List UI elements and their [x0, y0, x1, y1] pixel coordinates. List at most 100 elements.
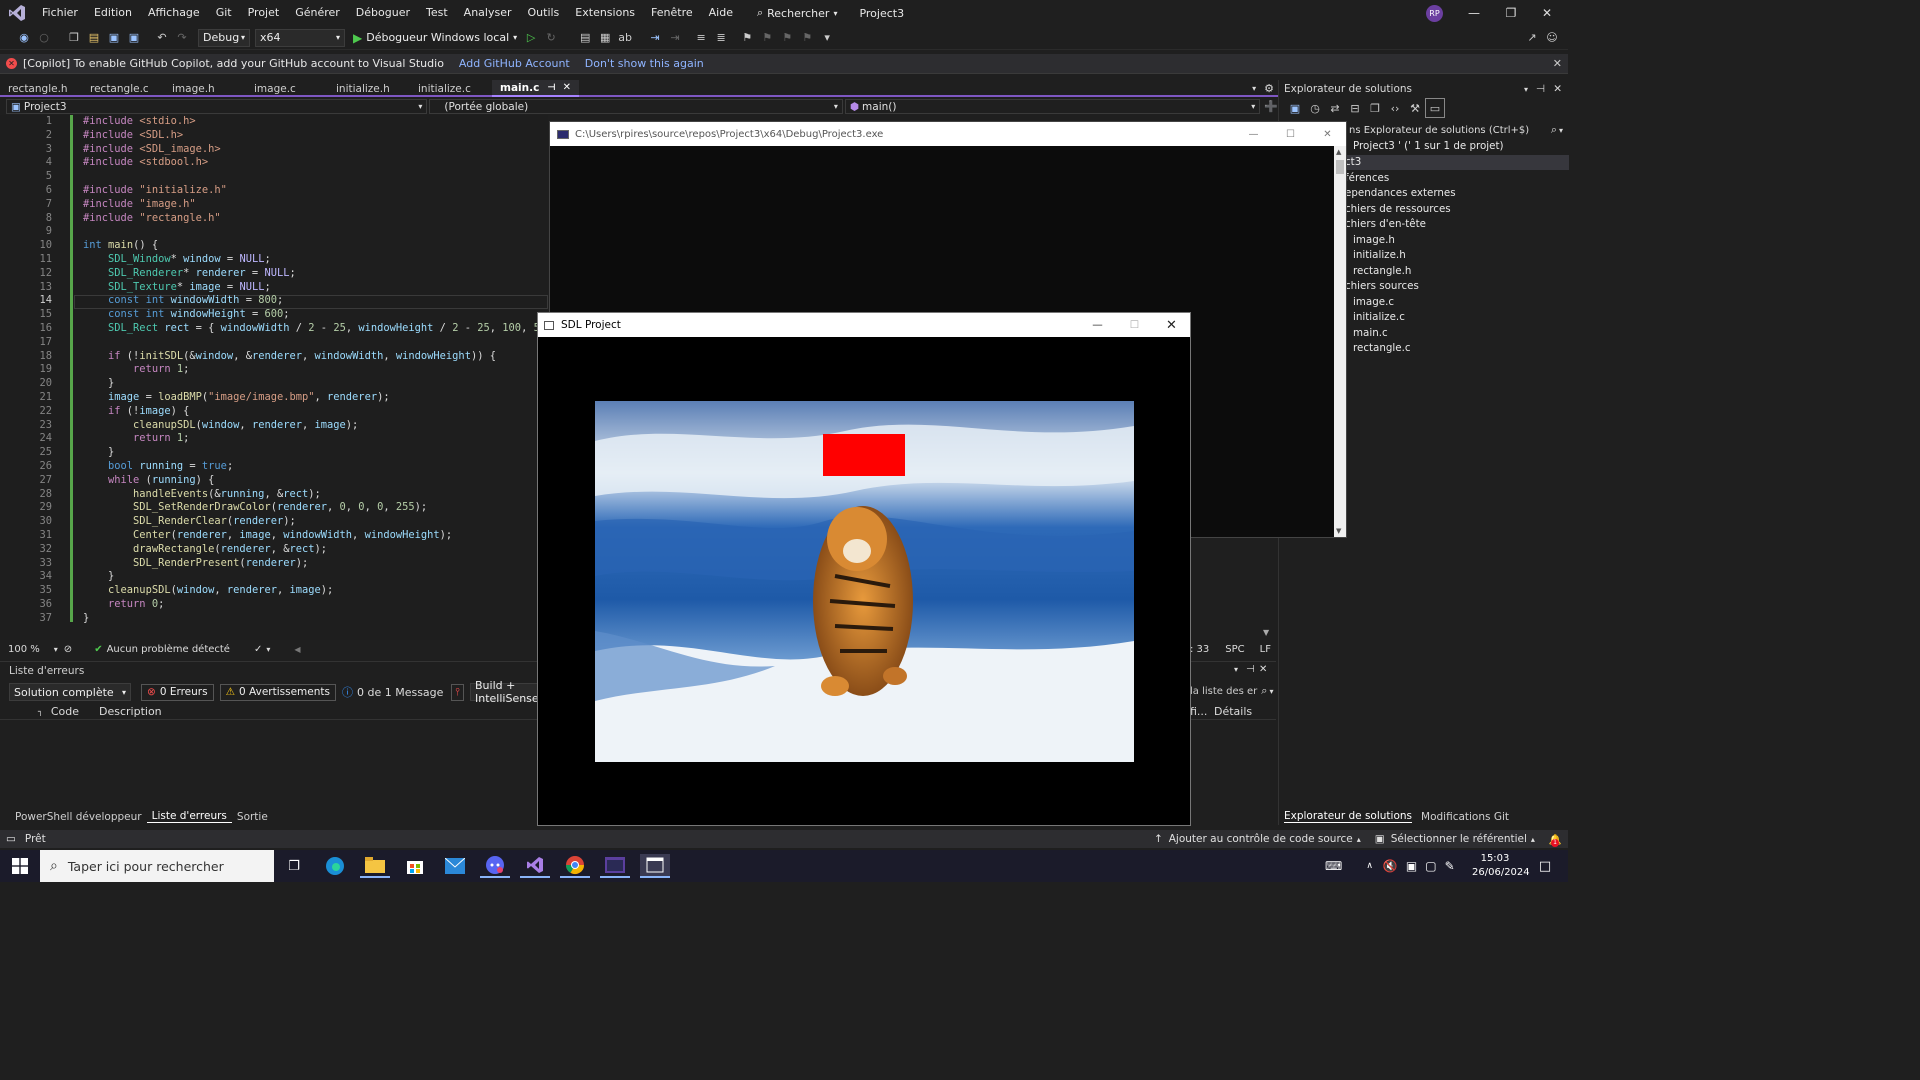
scope-select[interactable]: Solution complète ▾ [9, 683, 131, 701]
scroll-down-icon[interactable]: ▼ [1263, 628, 1269, 637]
close-icon[interactable]: ✕ [1259, 664, 1267, 675]
tab-image-c[interactable]: image.c [246, 80, 328, 97]
scroll-left-icon[interactable]: ◀ [294, 645, 300, 654]
sync-icon[interactable]: ⇄ [1325, 98, 1345, 118]
browse-icon[interactable]: ▤ [575, 28, 595, 48]
close-icon[interactable]: ✕ [1153, 318, 1190, 333]
project-dropdown[interactable]: ▣ Project3 ▾ [6, 99, 428, 114]
source-control-button[interactable]: Ajouter au contrôle de code source [1169, 833, 1353, 845]
chevron-up-icon[interactable]: ▴ [1531, 835, 1535, 844]
error-search-input[interactable]: la liste des er [1190, 686, 1257, 697]
menu-fenetre[interactable]: Fenêtre [643, 0, 701, 26]
pin-icon[interactable]: ⊣ [1246, 664, 1255, 675]
column-indicator[interactable]: : 33 [1190, 644, 1209, 655]
properties-icon[interactable]: ⚒ [1405, 98, 1425, 118]
code-content[interactable]: #include <stdio.h> #include <SDL.h> #inc… [83, 115, 553, 625]
save-icon[interactable]: ▣ [104, 28, 124, 48]
save-all-icon[interactable]: ▣ [124, 28, 144, 48]
bookmark-icon[interactable]: ⚑ [737, 28, 757, 48]
menu-aide[interactable]: Aide [701, 0, 741, 26]
keyboard-icon[interactable]: ⌨ [1325, 859, 1342, 873]
scroll-thumb[interactable] [1336, 160, 1344, 174]
display-icon[interactable]: ▢ [1425, 859, 1436, 873]
menu-fichier[interactable]: Fichier [34, 0, 86, 26]
column-file[interactable]: fi... [1190, 705, 1207, 718]
close-icon[interactable]: ✕ [1528, 0, 1566, 26]
whitespace-indicator[interactable]: SPC [1225, 644, 1244, 655]
edge-icon[interactable] [320, 854, 350, 878]
mail-icon[interactable] [440, 854, 470, 878]
menu-outils[interactable]: Outils [520, 0, 568, 26]
show-all-files-icon[interactable]: ❐ [1365, 98, 1385, 118]
start-debugging-button[interactable]: ▶ Débogueur Windows local ▾ [353, 31, 517, 45]
bookmark-clear-icon[interactable]: ⚑ [797, 28, 817, 48]
sdl-window[interactable]: SDL Project — ☐ ✕ [537, 312, 1191, 826]
menu-edition[interactable]: Edition [86, 0, 140, 26]
code-editor[interactable]: 1 2 3 4 5 6 7 8 9 10 11 12 13 14 15 16 17 18 19 20 21 22 23 24 2… [0, 115, 548, 640]
overflow-icon[interactable]: ▾ [817, 28, 837, 48]
search-menu[interactable]: ⌕ Rechercher ▾ [747, 6, 847, 20]
tab-error-list[interactable]: Liste d'erreurs [146, 810, 232, 823]
tab-solution-explorer[interactable]: Explorateur de solutions [1284, 810, 1413, 823]
menu-affichage[interactable]: Affichage [140, 0, 208, 26]
brush-icon[interactable]: ✓ [254, 644, 262, 655]
tab-list-chevron-icon[interactable]: ▾ [1252, 80, 1256, 95]
tab-rectangle-h[interactable]: rectangle.h [0, 80, 82, 97]
messages-filter-button[interactable]: ⓘ 0 de 1 Message [342, 684, 443, 700]
redo-icon[interactable]: ↷ [172, 28, 192, 48]
scope-dropdown[interactable]: (Portée globale) ▾ [429, 99, 843, 114]
menu-git[interactable]: Git [208, 0, 240, 26]
pin-icon[interactable]: ⊣ [547, 83, 555, 93]
copilot-icon[interactable]: ⊘ [64, 644, 72, 655]
close-icon[interactable]: ✕ [1553, 83, 1562, 95]
column-description[interactable]: Description [99, 705, 162, 718]
problems-status[interactable]: Aucun problème détecté [107, 644, 230, 655]
column-details[interactable]: Détails [1214, 705, 1252, 718]
error-search[interactable]: la liste des er ⌕ ▾ [1190, 682, 1273, 700]
minimize-icon[interactable]: — [1455, 0, 1493, 26]
gear-icon[interactable]: ⚙ [1264, 80, 1274, 95]
maximize-icon[interactable]: ☐ [1116, 319, 1153, 331]
column-code[interactable]: Code [51, 705, 79, 718]
minimize-icon[interactable]: — [1079, 319, 1116, 331]
sdl-titlebar[interactable]: SDL Project — ☐ ✕ [538, 313, 1190, 337]
tab-main-c[interactable]: main.c ⊣ ✕ [492, 80, 579, 97]
indent-icon[interactable]: ≡ [691, 28, 711, 48]
menu-test[interactable]: Test [418, 0, 456, 26]
chrome-icon[interactable] [560, 854, 590, 878]
open-folder-icon[interactable]: ▤ [84, 28, 104, 48]
chevron-up-icon[interactable]: ∧ [1366, 861, 1373, 871]
preview-icon[interactable]: ▭ [1425, 98, 1445, 118]
run-without-debug-icon[interactable]: ▷ [521, 28, 541, 48]
close-icon[interactable]: ✕ [1553, 57, 1562, 70]
history-icon[interactable]: ◷ [1305, 98, 1325, 118]
zoom-level[interactable]: 100 % [8, 644, 40, 655]
file-explorer-icon[interactable] [360, 854, 390, 878]
member-dropdown[interactable]: ⬢ main() ▾ [844, 99, 1261, 114]
menu-extensions[interactable]: Extensions [567, 0, 643, 26]
network-icon[interactable]: ▣ [1406, 859, 1417, 873]
taskbar-search-input[interactable]: Taper ici pour rechercher [68, 859, 224, 874]
chevron-down-icon[interactable]: ▾ [1524, 85, 1528, 94]
config-select[interactable]: Debug ▾ [198, 28, 250, 47]
dont-show-again-link[interactable]: Don't show this again [585, 57, 704, 70]
layout-icon[interactable]: ▦ [595, 28, 615, 48]
add-github-account-link[interactable]: Add GitHub Account [459, 57, 570, 70]
menu-projet[interactable]: Projet [240, 0, 288, 26]
chevron-down-icon[interactable]: ▾ [54, 645, 58, 654]
column-sort-icon[interactable]: ┐ [38, 707, 43, 716]
menu-analyser[interactable]: Analyser [456, 0, 520, 26]
maximize-icon[interactable]: ☐ [1272, 129, 1309, 140]
back-icon[interactable]: ◉ [14, 28, 34, 48]
feedback-icon[interactable]: ☺ [1542, 28, 1562, 48]
avatar[interactable]: RP [1426, 5, 1443, 22]
sdl-app-taskbar-icon[interactable] [640, 854, 670, 878]
editor-scrollbar[interactable]: ▼ [1262, 540, 1272, 640]
tab-git-changes[interactable]: Modifications Git [1421, 811, 1509, 823]
volume-icon[interactable]: 🔇 [1383, 859, 1398, 873]
platform-select[interactable]: x64 ▾ [255, 28, 345, 47]
spell-icon[interactable]: ab [615, 28, 635, 48]
chevron-down-icon[interactable]: ▾ [266, 645, 270, 654]
console-titlebar[interactable]: C:\Users\rpires\source\repos\Project3\x6… [550, 122, 1346, 146]
console-scrollbar[interactable]: ▲ ▼ [1334, 146, 1346, 537]
